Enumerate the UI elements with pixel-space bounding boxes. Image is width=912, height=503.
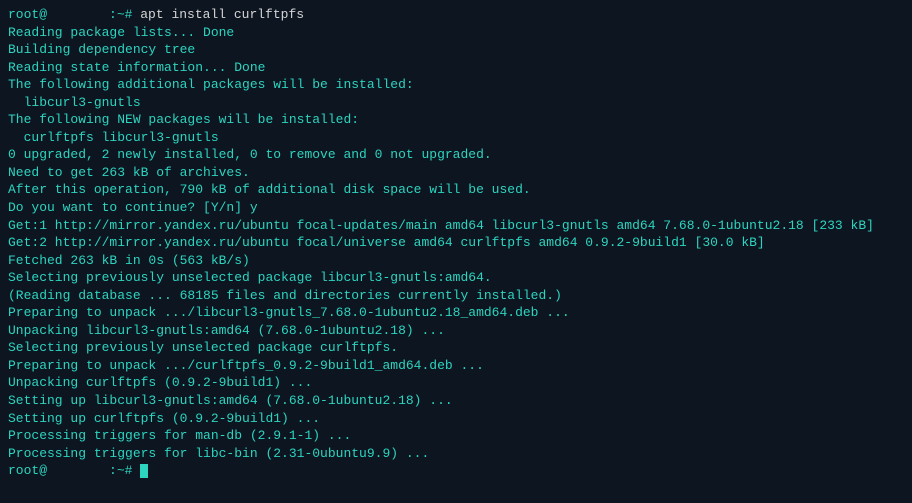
output-line: libcurl3-gnutls [8, 94, 904, 112]
terminal[interactable]: root@host:~# apt install curlftpfs Readi… [8, 6, 904, 480]
output-line: Processing triggers for libc-bin (2.31-0… [8, 445, 904, 463]
output-line: 0 upgraded, 2 newly installed, 0 to remo… [8, 146, 904, 164]
prompt-user: root@ [8, 463, 47, 478]
prompt-line-2: root@host:~# [8, 462, 904, 480]
command-text: apt install curlftpfs [140, 7, 304, 22]
prompt-user: root@ [8, 7, 47, 22]
output-line: Processing triggers for man-db (2.9.1-1)… [8, 427, 904, 445]
output-line: Setting up libcurl3-gnutls:amd64 (7.68.0… [8, 392, 904, 410]
output-line: Unpacking libcurl3-gnutls:amd64 (7.68.0-… [8, 322, 904, 340]
output-line: Selecting previously unselected package … [8, 269, 904, 287]
prompt-path: :~# [109, 463, 140, 478]
output-line: Preparing to unpack .../curlftpfs_0.9.2-… [8, 357, 904, 375]
output-line: Get:1 http://mirror.yandex.ru/ubuntu foc… [8, 217, 904, 235]
output-line: Do you want to continue? [Y/n] y [8, 199, 904, 217]
output-line: Reading package lists... Done [8, 24, 904, 42]
prompt-host-redacted: host [47, 462, 109, 480]
output-line: Need to get 263 kB of archives. [8, 164, 904, 182]
output-line: (Reading database ... 68185 files and di… [8, 287, 904, 305]
prompt-line-1: root@host:~# apt install curlftpfs [8, 6, 904, 24]
output-line: curlftpfs libcurl3-gnutls [8, 129, 904, 147]
prompt-path: :~# [109, 7, 140, 22]
prompt-host-redacted: host [47, 6, 109, 24]
output-line: Reading state information... Done [8, 59, 904, 77]
output-line: Fetched 263 kB in 0s (563 kB/s) [8, 252, 904, 270]
cursor[interactable] [140, 464, 148, 478]
output-line: Building dependency tree [8, 41, 904, 59]
output-line: The following additional packages will b… [8, 76, 904, 94]
output-line: Selecting previously unselected package … [8, 339, 904, 357]
output-line: Preparing to unpack .../libcurl3-gnutls_… [8, 304, 904, 322]
output-line: The following NEW packages will be insta… [8, 111, 904, 129]
output-line: After this operation, 790 kB of addition… [8, 181, 904, 199]
output-line: Get:2 http://mirror.yandex.ru/ubuntu foc… [8, 234, 904, 252]
output-line: Unpacking curlftpfs (0.9.2-9build1) ... [8, 374, 904, 392]
output-line: Setting up curlftpfs (0.9.2-9build1) ... [8, 410, 904, 428]
